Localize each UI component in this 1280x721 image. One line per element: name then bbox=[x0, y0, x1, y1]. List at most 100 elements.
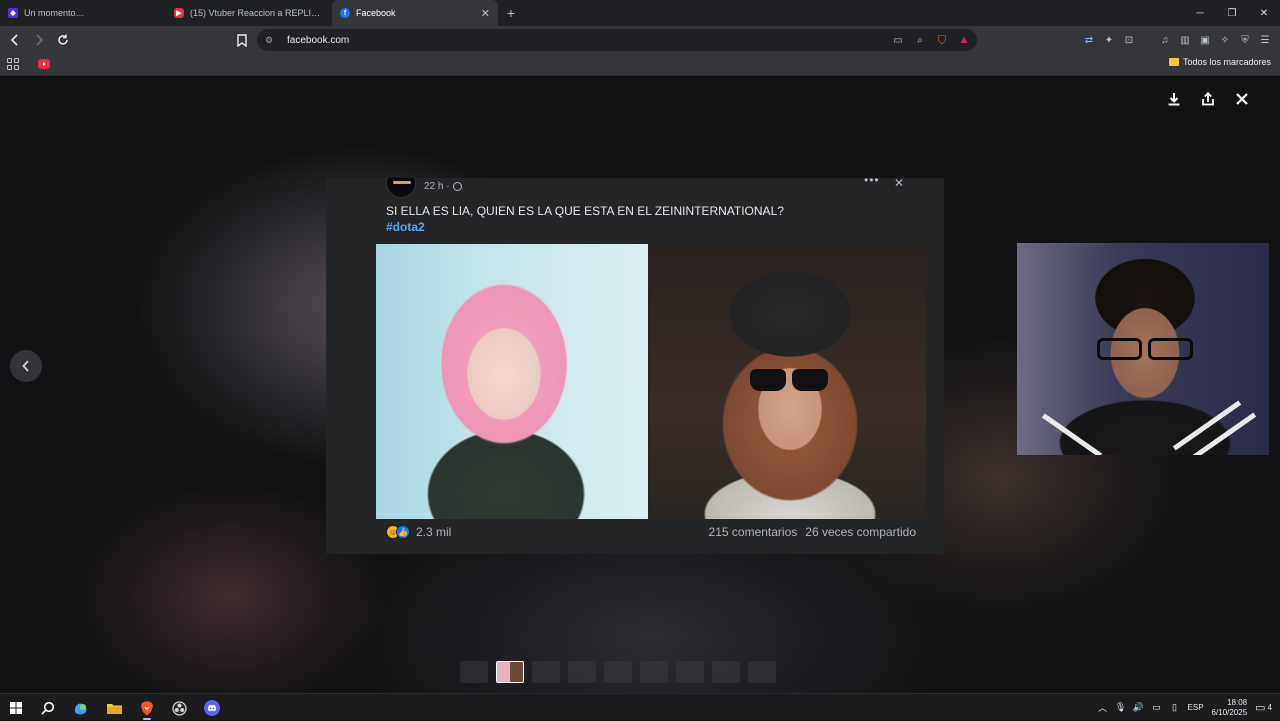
download-icon[interactable] bbox=[1166, 91, 1182, 107]
thumbnail[interactable] bbox=[640, 661, 668, 683]
folder-icon bbox=[1168, 58, 1179, 66]
brave-rewards-icon[interactable]: ▲ bbox=[957, 32, 971, 48]
brave-shields-icon[interactable]: ⛉ bbox=[935, 32, 949, 48]
previous-photo-button[interactable] bbox=[10, 350, 42, 382]
discord-icon[interactable] bbox=[201, 697, 223, 719]
tab-label: Un momento… bbox=[24, 8, 85, 18]
shares-count[interactable]: 26 veces compartido bbox=[805, 525, 916, 539]
youtube-icon: ▶ bbox=[174, 8, 184, 18]
windows-taskbar: ︿ 🎙 🔊 ▭ ▯ ESP 18:08 6/10/2025 ▭ 4 bbox=[0, 693, 1280, 720]
volume-icon[interactable]: 🔊 bbox=[1133, 702, 1144, 713]
close-window-icon[interactable]: ✕ bbox=[1248, 0, 1280, 26]
thumbnail[interactable] bbox=[568, 661, 596, 683]
microphone-icon[interactable]: 🎙 bbox=[1115, 702, 1126, 713]
zoom-icon[interactable]: ⌕ bbox=[913, 32, 927, 48]
thumbnail[interactable] bbox=[604, 661, 632, 683]
screenshot-icon[interactable]: ⊡ bbox=[1122, 31, 1136, 49]
share-icon[interactable] bbox=[1200, 91, 1216, 107]
clock-time: 18:08 bbox=[1227, 697, 1248, 707]
file-explorer-icon[interactable] bbox=[103, 697, 125, 719]
extensions-icon[interactable]: ✦ bbox=[1102, 31, 1116, 49]
close-post-icon[interactable]: ✕ bbox=[894, 178, 904, 190]
window-controls: ─ ❐ ✕ bbox=[1184, 0, 1280, 26]
tab-un-momento[interactable]: ◆ Un momento… bbox=[0, 0, 166, 26]
webcam-overlay bbox=[1017, 243, 1269, 455]
network-icon[interactable]: ▭ bbox=[1152, 702, 1162, 713]
all-bookmarks-folder[interactable]: Todos los marcadores bbox=[1168, 57, 1271, 67]
post-card: 22 h · ••• ✕ SI ELLA ES LIA, QUIEN ES LA… bbox=[326, 178, 944, 554]
bookmarks-bar: Todos los marcadores bbox=[0, 54, 1280, 76]
vpn-icon[interactable]: ⛨ bbox=[1238, 31, 1252, 49]
language-indicator[interactable]: ESP bbox=[1188, 703, 1204, 712]
sunglasses-shape bbox=[750, 369, 828, 391]
reactions-icons[interactable]: ☺ 👍 bbox=[386, 525, 410, 539]
minimize-icon[interactable]: ─ bbox=[1184, 0, 1216, 26]
wallet-icon[interactable]: ▣ bbox=[1198, 31, 1212, 49]
sidebar-icon[interactable]: ▥ bbox=[1178, 31, 1192, 49]
thumbnail[interactable] bbox=[460, 661, 488, 683]
bookmark-icon[interactable] bbox=[233, 30, 251, 50]
jacket-stripe bbox=[1172, 400, 1242, 451]
viewer-actions bbox=[1166, 91, 1250, 107]
hashtag-link[interactable]: #dota2 bbox=[386, 220, 425, 234]
reactions-count[interactable]: 2.3 mil bbox=[416, 525, 451, 539]
search-icon[interactable] bbox=[37, 697, 59, 719]
browser-toolbar: ⚙ ▭ ⌕ ⛉ ▲ ⇄ ✦ ⊡ ♫ ▥ ▣ ✧ ⛨ ☰ bbox=[0, 26, 1280, 54]
toolbar-divider bbox=[1142, 31, 1152, 49]
tab-youtube[interactable]: ▶ (15) Vtuber Reaccion a REPLIK por pr bbox=[166, 0, 332, 26]
thumbnail[interactable] bbox=[748, 661, 776, 683]
globe-icon bbox=[452, 182, 462, 191]
widgets-icon[interactable] bbox=[70, 697, 92, 719]
chevron-up-icon[interactable]: ︿ bbox=[1098, 703, 1108, 713]
notifications-count: 4 bbox=[1267, 703, 1272, 712]
post-footer: ☺ 👍 2.3 mil 215 comentarios 26 veces com… bbox=[386, 525, 916, 539]
youtube-bookmark-icon[interactable] bbox=[38, 59, 50, 69]
thumbnail[interactable] bbox=[676, 661, 704, 683]
url-input[interactable] bbox=[287, 34, 847, 46]
post-time-text: 22 h · bbox=[424, 181, 450, 192]
battery-icon[interactable]: ▯ bbox=[1170, 702, 1180, 713]
address-bar[interactable]: ⚙ ▭ ⌕ ⛉ ▲ bbox=[257, 29, 977, 51]
thumbnail[interactable] bbox=[712, 661, 740, 683]
clock-date: 6/10/2025 bbox=[1211, 707, 1248, 717]
brave-browser-icon[interactable] bbox=[136, 697, 158, 720]
clock[interactable]: 18:08 6/10/2025 bbox=[1212, 698, 1248, 718]
site-info-icon[interactable]: ⚙ bbox=[265, 35, 277, 46]
post-text: SI ELLA ES LIA, QUIEN ES LA QUE ESTA EN … bbox=[386, 204, 784, 218]
notifications-icon[interactable]: ▭ 4 bbox=[1255, 701, 1272, 714]
thumbnail-selected[interactable] bbox=[496, 661, 524, 683]
post-photo-right[interactable] bbox=[650, 244, 926, 519]
tab-strip: ◆ Un momento… ▶ (15) Vtuber Reaccion a R… bbox=[0, 0, 1280, 26]
new-tab-button[interactable]: + bbox=[498, 0, 524, 26]
jacket-stripe bbox=[1041, 413, 1103, 455]
page-avatar[interactable] bbox=[386, 178, 416, 198]
facebook-icon: f bbox=[340, 8, 350, 18]
post-photo-left[interactable] bbox=[376, 244, 648, 519]
reload-icon[interactable] bbox=[53, 30, 73, 50]
thumbnail[interactable] bbox=[532, 661, 560, 683]
eyeglasses-shape bbox=[1097, 338, 1193, 360]
comments-count[interactable]: 215 comentarios bbox=[709, 525, 798, 539]
apps-grid-icon[interactable] bbox=[7, 58, 19, 70]
cast-icon[interactable]: ▭ bbox=[891, 32, 905, 48]
restore-icon[interactable]: ❐ bbox=[1216, 0, 1248, 26]
windows-start-icon[interactable] bbox=[5, 697, 27, 719]
more-options-icon[interactable]: ••• bbox=[864, 178, 880, 187]
brave-icon: ◆ bbox=[8, 8, 18, 18]
media-icon[interactable]: ♫ bbox=[1158, 31, 1172, 49]
system-tray: ︿ 🎙 🔊 ▭ ▯ ESP 18:08 6/10/2025 ▭ 4 bbox=[1098, 694, 1272, 721]
photo-thumbnails bbox=[460, 661, 776, 683]
close-viewer-icon[interactable] bbox=[1234, 91, 1250, 107]
obs-studio-icon[interactable] bbox=[168, 697, 190, 719]
forward-icon[interactable] bbox=[29, 30, 49, 50]
post-timestamp[interactable]: 22 h · bbox=[424, 181, 462, 192]
back-icon[interactable] bbox=[5, 30, 25, 50]
bookmarks-folder-label: Todos los marcadores bbox=[1182, 57, 1271, 67]
translate-icon[interactable]: ⇄ bbox=[1082, 31, 1096, 49]
leo-ai-icon[interactable]: ✧ bbox=[1218, 31, 1232, 49]
menu-icon[interactable]: ☰ bbox=[1258, 31, 1272, 49]
tab-label: (15) Vtuber Reaccion a REPLIK por pr bbox=[190, 8, 324, 18]
tab-facebook[interactable]: f Facebook ✕ bbox=[332, 0, 498, 26]
close-tab-icon[interactable]: ✕ bbox=[481, 7, 490, 20]
extensions-area: ⇄ ✦ ⊡ ♫ ▥ ▣ ✧ ⛨ ☰ bbox=[1082, 31, 1272, 49]
